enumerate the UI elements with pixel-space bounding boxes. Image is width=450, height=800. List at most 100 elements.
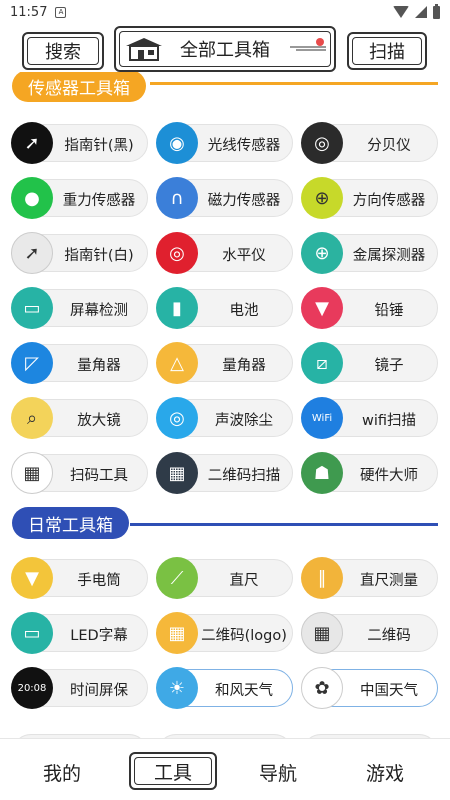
tool-button[interactable]: ▦ 扫码工具	[11, 452, 148, 494]
tool-button[interactable]: ▭ LED字幕	[11, 612, 148, 654]
battery-icon: ▮	[156, 287, 198, 329]
tool-button[interactable]: ➚ 指南针(白)	[11, 232, 148, 274]
tool-label: 量角器	[222, 357, 266, 374]
tool-label: 电池	[229, 302, 259, 319]
tool-button[interactable]: ◎ 水平仪	[156, 232, 293, 274]
tool-button[interactable]: ⊕ 方向传感器	[301, 177, 438, 219]
tool-button[interactable]: ◸ 量角器	[11, 342, 148, 384]
flashlight-icon: ▼	[11, 557, 53, 599]
tool-button[interactable]: ☀ 和风天气	[156, 667, 293, 709]
tool-button[interactable]: ● 重力传感器	[11, 177, 148, 219]
qr-code-icon: ▦	[301, 612, 343, 654]
tool-label: 声波除尘	[215, 412, 273, 429]
tool-label: 量角器	[77, 357, 121, 374]
tool-button[interactable]: ▭ 屏幕检测	[11, 287, 148, 329]
light-sensor-icon: ◉	[156, 122, 198, 164]
nav-item-label: 导航	[258, 762, 297, 785]
status-icons	[393, 3, 440, 19]
tool-button[interactable]: ⊕ 金属探测器	[301, 232, 438, 274]
nav-item[interactable]: 工具	[129, 752, 217, 790]
page-title-text: 全部工具箱	[180, 40, 270, 61]
mirror-icon: ⧄	[301, 342, 343, 384]
tool-button[interactable]: ▼ 手电筒	[11, 557, 148, 599]
china-weather-icon: ✿	[301, 667, 343, 709]
scan-button[interactable]: 扫描	[347, 32, 427, 70]
tool-button[interactable]: ⧄ 镜子	[301, 342, 438, 384]
section-title: 日常工具箱	[12, 507, 129, 539]
tool-label: 二维码(logo)	[201, 627, 287, 644]
tool-button[interactable]: 20:08 时间屏保	[11, 667, 148, 709]
tool-list[interactable]: 传感器工具箱 ➚ 指南针(黑) ◉ 光线传感器 ◎ 分贝仪 ● 重力传感器 ∩ 磁力传感器 ⊕ 方向传感…	[0, 72, 450, 738]
header: 搜索 全部工具箱 扫描	[0, 26, 450, 72]
section-divider	[150, 82, 438, 85]
search-button[interactable]: 搜索	[22, 32, 104, 70]
led-monitor-icon: ▭	[11, 612, 53, 654]
metal-detector-icon: ⊕	[301, 232, 343, 274]
protractor-blue-icon: ◸	[11, 342, 53, 384]
tool-label: LED字幕	[70, 627, 128, 644]
compass-white-icon: ➚	[11, 232, 53, 274]
tool-label: 放大镜	[77, 412, 121, 429]
tool-label: wifi扫描	[361, 412, 417, 429]
decor-lines-icon	[290, 38, 326, 51]
tool-button[interactable]: ∩ 磁力传感器	[156, 177, 293, 219]
tool-label: 方向传感器	[352, 192, 426, 209]
page-title: 全部工具箱	[114, 26, 336, 72]
section-header: 传感器工具箱	[0, 72, 450, 104]
tool-button[interactable]: ➚ 指南针(黑)	[11, 122, 148, 164]
tool-button[interactable]: WiFi wifi扫描	[301, 397, 438, 439]
level-icon: ◎	[156, 232, 198, 274]
tool-button[interactable]: ▦ 二维码	[301, 612, 438, 654]
wifi-signal-icon	[393, 6, 409, 18]
tool-label: 镜子	[374, 357, 404, 374]
bottom-nav: 我的 工具 导航 游戏	[0, 738, 450, 800]
tool-label: 手电筒	[77, 572, 121, 589]
tool-label: 时间屏保	[70, 682, 128, 699]
qr-scan-icon: ▦	[156, 452, 198, 494]
tool-label: 指南针(黑)	[64, 137, 134, 154]
tool-button[interactable]: ⌕ 放大镜	[11, 397, 148, 439]
sound-wave-icon: ◎	[156, 397, 198, 439]
notification-icon: A	[55, 6, 67, 18]
tool-button[interactable]: ▮ 电池	[156, 287, 293, 329]
tool-label: 分贝仪	[367, 137, 411, 154]
status-bar: 11:57 A	[0, 0, 450, 24]
tool-label: 直尺	[229, 572, 259, 589]
direction-sensor-icon: ⊕	[301, 177, 343, 219]
plumb-icon: ▼	[301, 287, 343, 329]
ruler-icon: ⟋	[156, 557, 198, 599]
scan-button-label: 扫描	[369, 42, 405, 63]
ruler-measure-icon: ∥	[301, 557, 343, 599]
tool-button[interactable]: ▼ 铅锤	[301, 287, 438, 329]
tool-button[interactable]: ✿ 中国天气	[301, 667, 438, 709]
tool-label: 重力传感器	[62, 192, 136, 209]
nav-item[interactable]: 我的	[22, 755, 102, 789]
tool-button[interactable]: ▦ 二维码(logo)	[156, 612, 293, 654]
weather-icon: ☀	[156, 667, 198, 709]
search-button-label: 搜索	[45, 42, 81, 63]
tool-button[interactable]: ⟋ 直尺	[156, 557, 293, 599]
tool-button[interactable]: △ 量角器	[156, 342, 293, 384]
tool-label: 中国天气	[360, 682, 418, 699]
house-icon	[126, 38, 162, 61]
tool-label: 屏幕检测	[70, 302, 128, 319]
tool-button[interactable]: ◎ 分贝仪	[301, 122, 438, 164]
nav-item[interactable]: 游戏	[345, 755, 425, 789]
tool-label: 硬件大师	[360, 467, 418, 484]
decibel-meter-icon: ◎	[301, 122, 343, 164]
qr-logo-icon: ▦	[156, 612, 198, 654]
status-time: 11:57	[10, 4, 48, 20]
tool-label: 水平仪	[222, 247, 266, 264]
tool-label: 铅锤	[374, 302, 404, 319]
tool-button[interactable]: ◉ 光线传感器	[156, 122, 293, 164]
clock-screensaver-icon: 20:08	[11, 667, 53, 709]
tool-button[interactable]: ◎ 声波除尘	[156, 397, 293, 439]
tool-button[interactable]: ▦ 二维码扫描	[156, 452, 293, 494]
tool-button[interactable]: ☗ 硬件大师	[301, 452, 438, 494]
tool-button[interactable]: ∥ 直尺测量	[301, 557, 438, 599]
nav-item-label: 工具	[153, 761, 192, 784]
nav-item[interactable]: 导航	[238, 755, 318, 789]
android-icon: ☗	[301, 452, 343, 494]
cell-signal-icon	[415, 6, 427, 18]
tool-label: 二维码扫描	[207, 467, 281, 484]
